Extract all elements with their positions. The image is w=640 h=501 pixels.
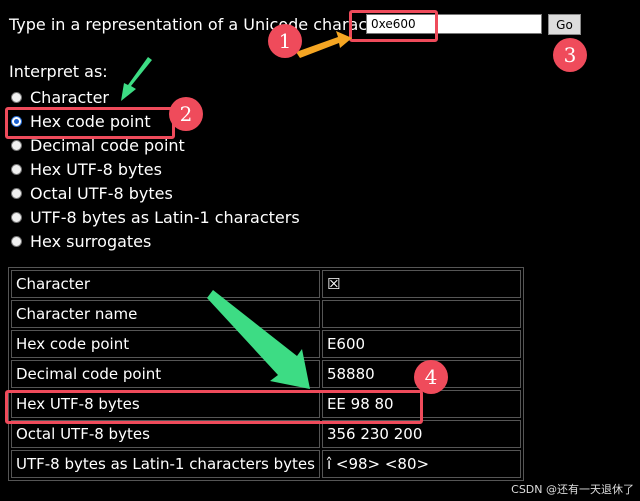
watermark: CSDN @还有一天退休了 xyxy=(511,483,634,496)
green-arrow-large-icon xyxy=(207,290,310,389)
step-badge-1: 1 xyxy=(268,24,302,58)
green-arrow-small-icon xyxy=(121,57,152,101)
step-badge-2: 2 xyxy=(169,97,203,131)
step-badge-3: 3 xyxy=(553,38,587,72)
step-badge-4: 4 xyxy=(414,360,448,394)
annotation-arrows xyxy=(121,31,352,389)
yellow-arrow-icon xyxy=(296,31,352,58)
